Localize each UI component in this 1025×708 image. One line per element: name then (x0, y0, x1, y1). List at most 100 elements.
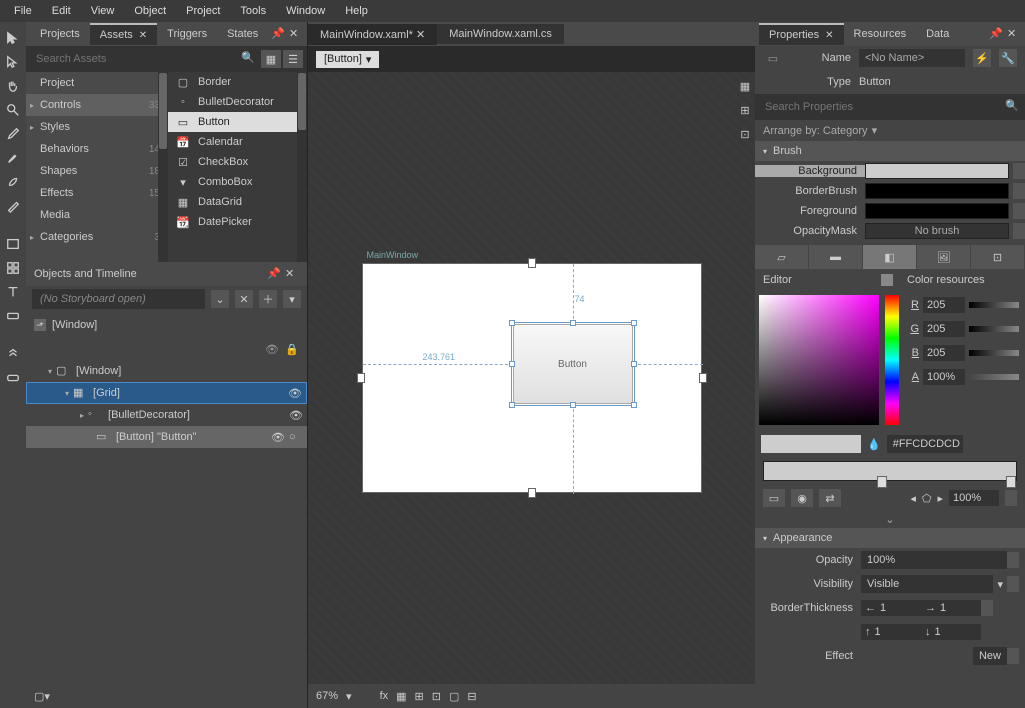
properties-icon[interactable]: 🔧 (999, 49, 1017, 67)
control-button[interactable]: ▭Button (168, 112, 307, 132)
brush-swatch-none[interactable]: No brush (865, 223, 1009, 239)
close-icon[interactable]: ✕ (1007, 27, 1021, 41)
thickness-left-input[interactable]: ←1 (861, 600, 921, 616)
eye-header-icon[interactable]: 👁 (265, 343, 277, 355)
name-input[interactable]: <No Name> (859, 49, 965, 67)
a-slider[interactable] (969, 374, 1019, 380)
section-appearance[interactable]: ▾Appearance (755, 528, 1025, 548)
property-marker-icon[interactable] (1013, 163, 1025, 179)
lock-icon[interactable]: ○ (289, 431, 301, 443)
visibility-dropdown[interactable]: Visible (861, 575, 993, 593)
arrange-by-dropdown[interactable]: Arrange by: Category ▾ (755, 120, 1025, 141)
brush-swatch[interactable] (865, 163, 1009, 179)
scope-up-icon[interactable]: ⬏ (34, 319, 46, 331)
menu-file[interactable]: File (4, 3, 42, 19)
search-icon[interactable]: 🔍 (241, 51, 257, 67)
category-media[interactable]: Media (26, 204, 168, 226)
tab-projects[interactable]: Projects (30, 24, 90, 44)
close-icon[interactable]: ✕ (416, 29, 425, 41)
g-slider[interactable] (969, 326, 1019, 332)
eye-icon[interactable]: 👁 (271, 431, 283, 443)
section-brush[interactable]: ▾Brush (755, 141, 1025, 161)
resource-brush-tab-icon[interactable]: ⊡ (971, 245, 1025, 269)
tree-row-window[interactable]: ▾▢[Window] (26, 360, 307, 382)
r-input[interactable]: 205 (923, 297, 965, 313)
pin-icon[interactable]: 📌 (271, 27, 285, 41)
property-marker-icon[interactable] (1013, 223, 1025, 239)
pin-icon[interactable]: 📌 (267, 267, 281, 281)
zoom-tool-icon[interactable] (3, 100, 23, 120)
brush-tool-icon[interactable] (3, 148, 23, 168)
scrollbar[interactable] (297, 72, 307, 262)
menu-project[interactable]: Project (176, 3, 230, 19)
direct-select-tool-icon[interactable] (3, 52, 23, 72)
thickness-bottom-input[interactable]: ↓1 (921, 624, 981, 640)
offset-prev-icon[interactable]: ◂ (910, 492, 916, 505)
menu-window[interactable]: Window (276, 3, 335, 19)
control-datepicker[interactable]: 📆DatePicker (168, 212, 307, 232)
category-styles[interactable]: ▸Styles (26, 116, 168, 138)
list-view-icon[interactable]: ☰ (283, 50, 303, 68)
brush-borderbrush[interactable]: BorderBrush (755, 185, 865, 197)
control-border[interactable]: ▢Border (168, 72, 307, 92)
snap-icon[interactable]: ⊞ (415, 690, 424, 703)
resize-handle[interactable] (570, 402, 576, 408)
resize-handle[interactable] (631, 361, 637, 367)
menu-help[interactable]: Help (335, 3, 378, 19)
thickness-top-input[interactable]: ↑1 (861, 624, 921, 640)
effect-new-button[interactable]: New (973, 647, 1007, 665)
events-icon[interactable]: ⚡ (973, 49, 991, 67)
gradient-stop[interactable] (877, 476, 887, 488)
brush-swatch[interactable] (865, 203, 1009, 219)
chevron-down-icon[interactable]: ▾ (346, 690, 352, 703)
thickness-right-input[interactable]: →1 (921, 600, 981, 616)
chevron-down-icon[interactable]: ⌄ (211, 290, 229, 308)
rectangle-tool-icon[interactable] (3, 234, 23, 254)
eyedropper-icon[interactable]: 💧 (867, 438, 881, 451)
resize-handle[interactable] (528, 258, 536, 268)
chevron-down-icon[interactable]: ▾ (993, 578, 1007, 591)
no-brush-tab-icon[interactable]: ▱ (755, 245, 809, 269)
tab-assets[interactable]: Assets✕ (90, 23, 157, 45)
hex-input[interactable]: #FFCDCDCD (887, 435, 963, 453)
resize-handle[interactable] (509, 361, 515, 367)
tab-data[interactable]: Data (916, 24, 959, 44)
gradient-strip[interactable] (763, 461, 1017, 481)
menu-view[interactable]: View (81, 3, 125, 19)
control-calendar[interactable]: 📅Calendar (168, 132, 307, 152)
properties-search-input[interactable] (759, 97, 1005, 117)
lock-header-icon[interactable]: 🔒 (285, 343, 297, 355)
category-effects[interactable]: Effects15 (26, 182, 168, 204)
search-icon[interactable]: 🔍 (1005, 99, 1021, 115)
storyboard-dropdown[interactable]: (No Storyboard open) (32, 289, 205, 309)
property-marker-icon[interactable] (1013, 183, 1025, 199)
layout-tool-icon[interactable] (3, 258, 23, 278)
close-icon[interactable]: ✕ (139, 30, 147, 41)
asset-tool-icon[interactable] (3, 344, 23, 364)
category-controls[interactable]: ▸Controls33 (26, 94, 168, 116)
control-datagrid[interactable]: ▦DataGrid (168, 192, 307, 212)
design-canvas[interactable]: ▦ ⊞ ⊡ MainWindow 74 243.761 Button (308, 72, 755, 684)
annotation-toggle-icon[interactable]: ⊡ (735, 124, 755, 144)
doc-tab-xaml[interactable]: MainWindow.xaml* ✕ (308, 24, 437, 45)
eye-icon[interactable]: 👁 (288, 387, 300, 399)
tab-resources[interactable]: Resources (844, 24, 917, 44)
status-icon[interactable]: ▢▾ (34, 690, 50, 703)
eye-icon[interactable]: 👁 (289, 409, 301, 421)
control-tool-icon[interactable] (3, 306, 23, 326)
property-marker-icon[interactable] (1007, 552, 1019, 568)
b-input[interactable]: 205 (923, 345, 965, 361)
reverse-gradient-icon[interactable]: ⇄ (819, 489, 841, 507)
control-checkbox[interactable]: ☑CheckBox (168, 152, 307, 172)
tree-row-bulletdecorator[interactable]: ▸◦[BulletDecorator]👁 (26, 404, 307, 426)
resize-handle[interactable] (631, 320, 637, 326)
scrollbar[interactable] (158, 72, 168, 262)
expand-brush-icon[interactable]: ⌄ (755, 511, 1025, 528)
category-project[interactable]: Project (26, 72, 168, 94)
artboard[interactable]: MainWindow 74 243.761 Button (362, 263, 702, 493)
category-shapes[interactable]: Shapes18 (26, 160, 168, 182)
assets-search-input[interactable] (30, 49, 241, 69)
control-combobox[interactable]: ▾ComboBox (168, 172, 307, 192)
brush-foreground[interactable]: Foreground (755, 205, 865, 217)
pin-icon[interactable]: 📌 (989, 27, 1003, 41)
